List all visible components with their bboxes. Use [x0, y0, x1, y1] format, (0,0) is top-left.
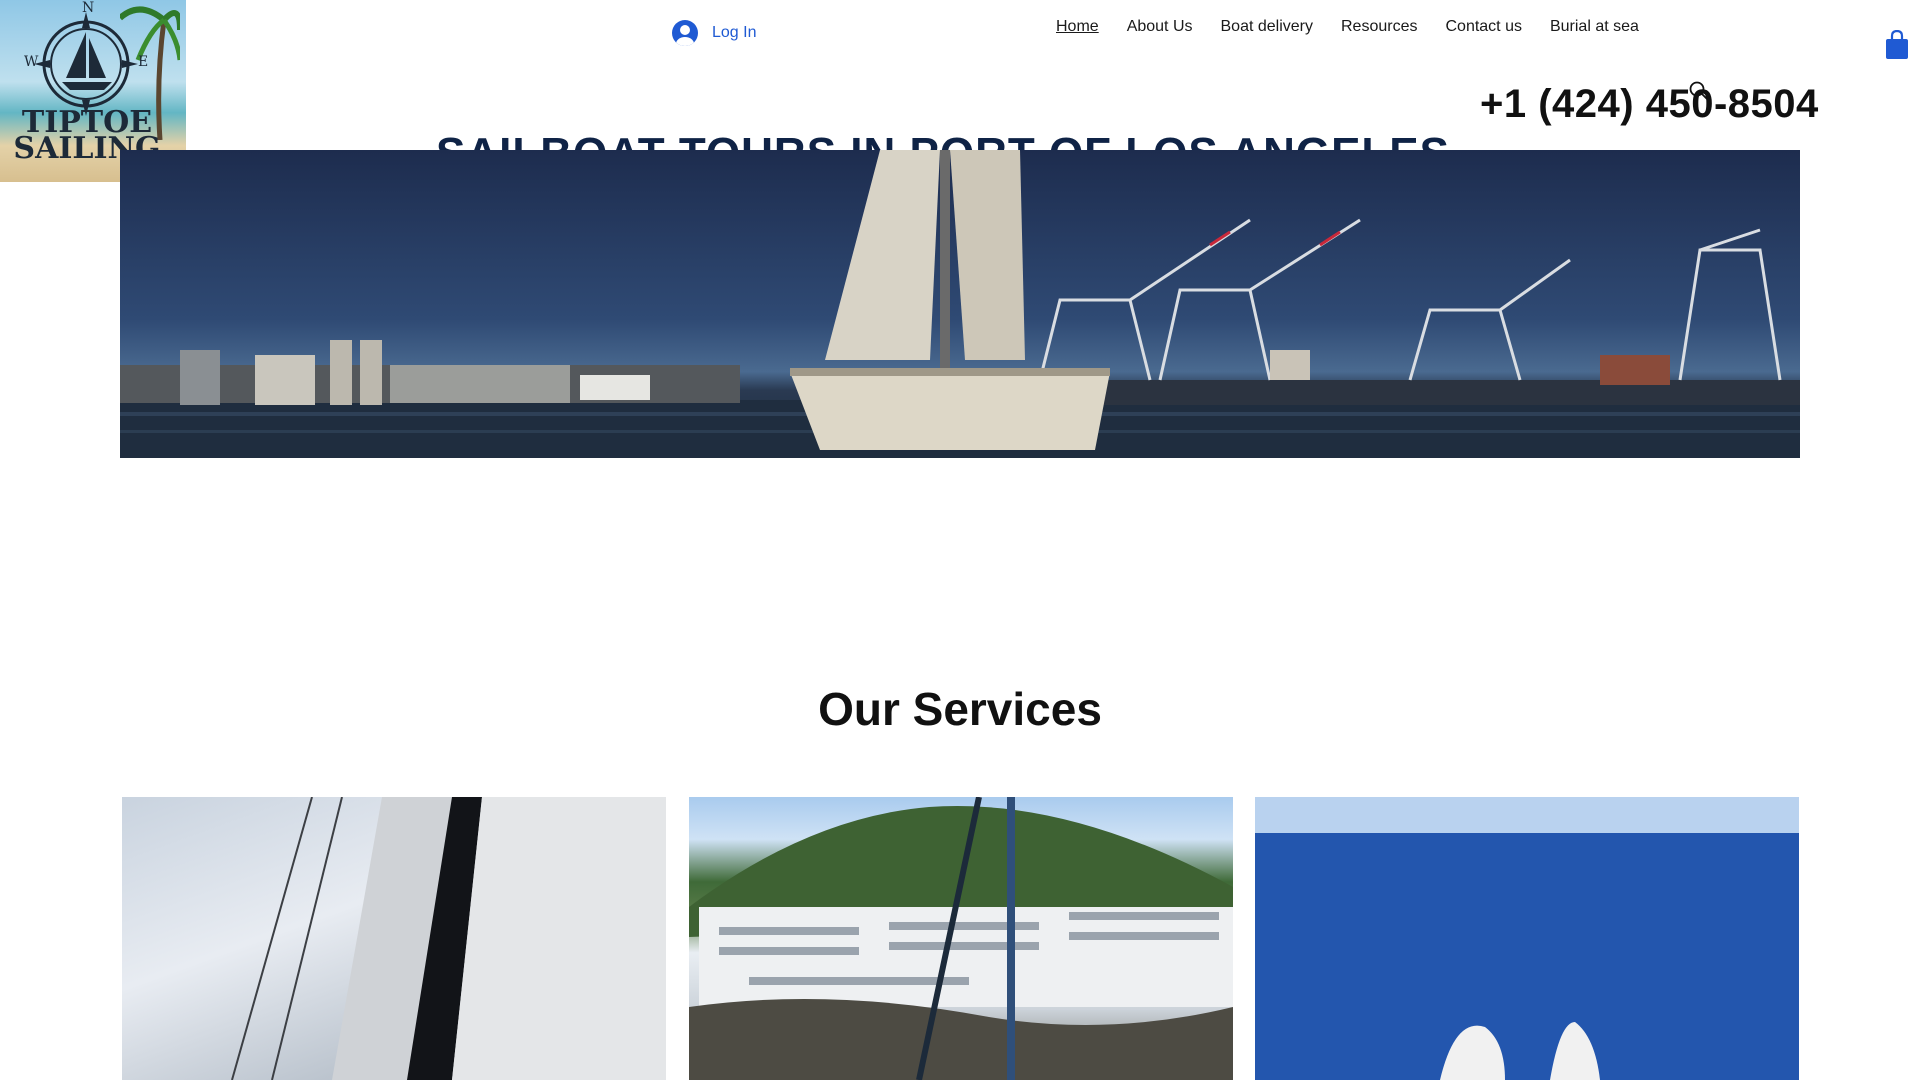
nav-about-us[interactable]: About Us [1127, 18, 1193, 36]
user-avatar-icon [672, 20, 698, 46]
hero-title: SAILBOAT TOURS IN PORT OF LOS ANGELES [436, 124, 1450, 150]
compass-east-label: E [138, 54, 149, 70]
login-label: Log In [712, 24, 757, 41]
hero-illustration [120, 150, 1800, 458]
service-card-sails[interactable] [122, 797, 666, 1080]
nav-home[interactable]: Home [1056, 18, 1099, 36]
nav-resources[interactable]: Resources [1341, 18, 1417, 36]
nav-contact-us[interactable]: Contact us [1445, 18, 1521, 36]
compass-north-label: N [82, 0, 95, 16]
catalina-hillside-image [689, 797, 1233, 1080]
open-sea-image [1255, 797, 1799, 1080]
nav-boat-delivery[interactable]: Boat delivery [1221, 18, 1314, 36]
hero-harbor-sailboat-image [120, 150, 1800, 458]
main-nav: Home About Us Boat delivery Resources Co… [1056, 18, 1639, 36]
phone-number[interactable]: +1 (424) 450-8504 [1480, 82, 1819, 127]
services-heading: Our Services [818, 683, 1102, 735]
shopping-bag-icon[interactable] [1884, 30, 1910, 60]
login-button[interactable]: Log In [672, 18, 756, 48]
nav-burial-at-sea[interactable]: Burial at sea [1550, 18, 1639, 36]
service-card-catalina[interactable] [689, 797, 1233, 1080]
sail-closeup-image [231, 797, 666, 1080]
compass-west-label: W [24, 54, 39, 70]
service-card-open-sea[interactable] [1255, 797, 1799, 1080]
